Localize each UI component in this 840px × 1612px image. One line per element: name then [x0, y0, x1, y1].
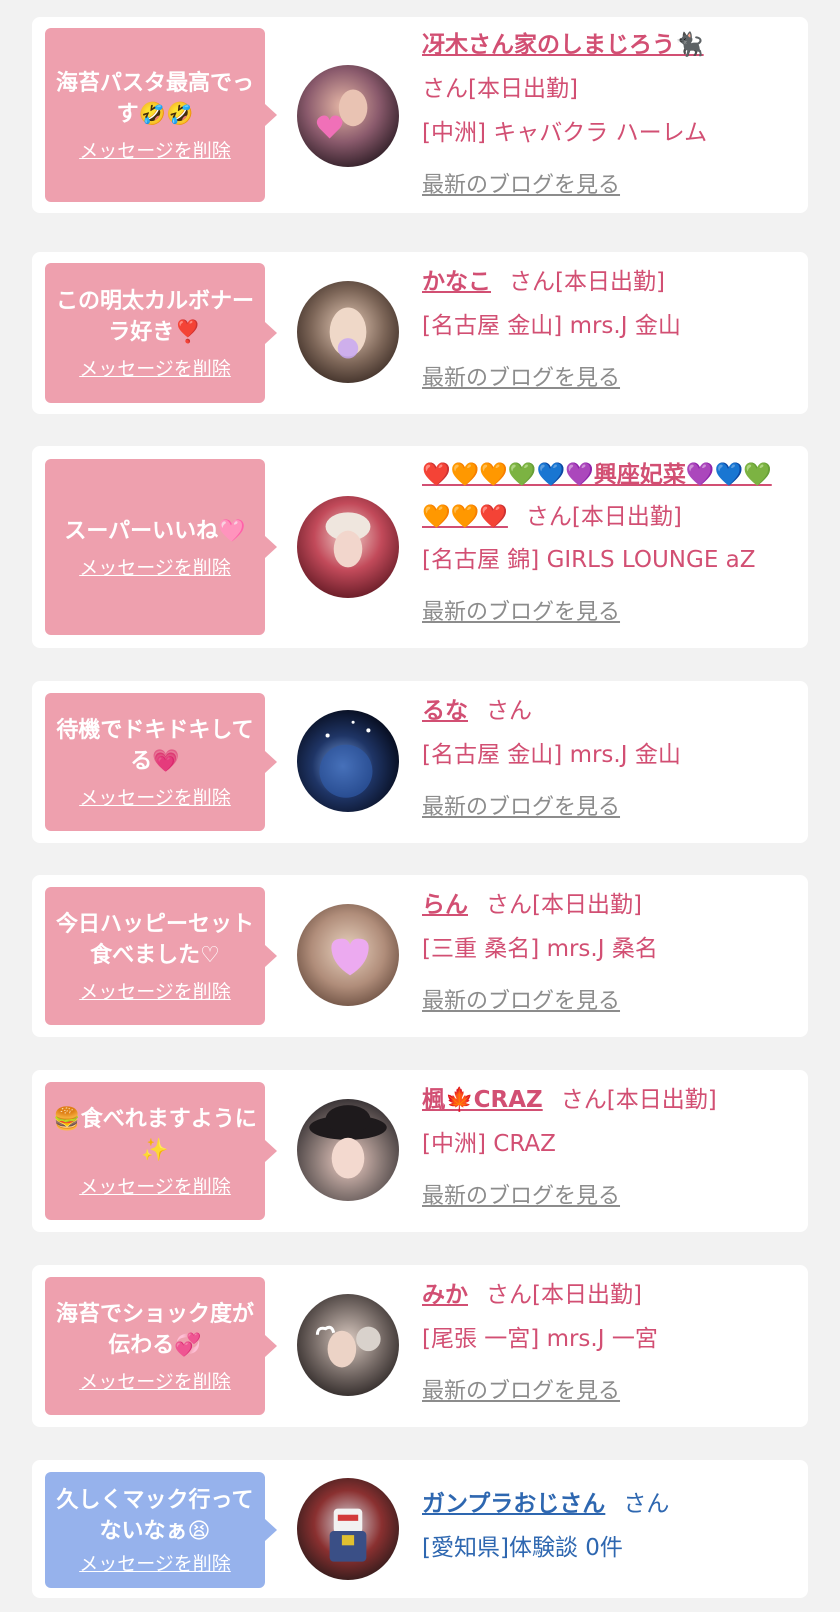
- message-text: 海苔でショック度が伝わる💞: [55, 1302, 254, 1358]
- delete-message-link[interactable]: メッセージを削除: [79, 1176, 231, 1198]
- delete-message-link[interactable]: メッセージを削除: [79, 557, 231, 579]
- delete-message-link[interactable]: メッセージを削除: [79, 787, 231, 809]
- profile-info: ❤️🧡🧡💚💙💜興座妃菜💜💙💚🧡🧡❤️ さん[本日出勤] [名古屋 錦] GIRLS…: [422, 454, 802, 635]
- message-card: 🍔食べれますように✨ メッセージを削除 楓🍁CRAZ さん[本日出勤] [中洲] …: [32, 1070, 808, 1232]
- message-list: 海苔パスタ最高でっす🤣🤣 メッセージを削除 冴木さん家のしまじろう🐈‍⬛ さん[…: [0, 0, 840, 1612]
- message-card: 今日ハッピーセット食べました♡ メッセージを削除 らん さん[本日出勤] [三重 …: [32, 875, 808, 1037]
- profile-name-link[interactable]: みか: [422, 1282, 468, 1308]
- shop-name: [三重 桑名] mrs.J 桑名: [422, 936, 658, 962]
- san-status: さん: [486, 698, 532, 724]
- delete-message-link[interactable]: メッセージを削除: [79, 1553, 231, 1575]
- latest-blog-link[interactable]: 最新のブログを見る: [422, 600, 620, 625]
- san-status: さん: [623, 1491, 670, 1517]
- avatar-image: [297, 1478, 399, 1580]
- delete-message-link[interactable]: メッセージを削除: [79, 358, 231, 380]
- message-bubble: この明太カルボナーラ好き❣️ メッセージを削除: [45, 263, 277, 403]
- profile-info: るな さん [名古屋 金山] mrs.J 金山 最新のブログを見る: [422, 689, 802, 830]
- avatar[interactable]: [297, 1294, 399, 1396]
- latest-blog-link[interactable]: 最新のブログを見る: [422, 173, 620, 198]
- avatar-image: [297, 710, 399, 812]
- message-card: 久しくマック行ってないなぁ😫 メッセージを削除 ガンプラおじさん さん [愛知県]…: [32, 1460, 808, 1598]
- message-bubble: スーパーいいね🩷 メッセージを削除: [45, 459, 277, 635]
- message-card: 海苔パスタ最高でっす🤣🤣 メッセージを削除 冴木さん家のしまじろう🐈‍⬛ さん[…: [32, 17, 808, 213]
- delete-message-link[interactable]: メッセージを削除: [79, 140, 231, 162]
- san-status: さん[本日出勤]: [509, 269, 665, 295]
- latest-blog-link[interactable]: 最新のブログを見る: [422, 1184, 620, 1209]
- message-card: スーパーいいね🩷 メッセージを削除 ❤️🧡🧡💚💙💜興座妃菜💜💙💚🧡🧡❤️ さん[本…: [32, 446, 808, 648]
- message-card: この明太カルボナーラ好き❣️ メッセージを削除 かなこ さん[本日出勤] [名古屋…: [32, 252, 808, 414]
- avatar[interactable]: [297, 496, 399, 598]
- avatar[interactable]: [297, 710, 399, 812]
- shop-name: [中洲] キャバクラ ハーレム: [422, 120, 708, 146]
- message-text: この明太カルボナーラ好き❣️: [55, 289, 254, 345]
- latest-blog-link[interactable]: 最新のブログを見る: [422, 366, 620, 391]
- review-count: [愛知県]体験談 0件: [422, 1535, 623, 1561]
- san-status: さん[本日出勤]: [525, 504, 682, 530]
- avatar[interactable]: [297, 1478, 399, 1580]
- message-bubble: 今日ハッピーセット食べました♡ メッセージを削除: [45, 887, 277, 1025]
- avatar-image: [297, 904, 399, 1006]
- avatar-image: [297, 281, 399, 383]
- delete-message-link[interactable]: メッセージを削除: [79, 1371, 231, 1393]
- message-card: 待機でドキドキしてる💗 メッセージを削除 るな さん [名古屋 金山] mrs.J…: [32, 681, 808, 843]
- san-status: さん[本日出勤]: [486, 1282, 642, 1308]
- profile-name-link[interactable]: るな: [422, 698, 468, 724]
- profile-info: 楓🍁CRAZ さん[本日出勤] [中洲] CRAZ 最新のブログを見る: [422, 1078, 802, 1219]
- avatar[interactable]: [297, 1099, 399, 1201]
- profile-name-link[interactable]: 楓🍁CRAZ: [422, 1087, 543, 1113]
- shop-name: [名古屋 金山] mrs.J 金山: [422, 742, 681, 768]
- profile-name-link[interactable]: かなこ: [422, 269, 491, 295]
- latest-blog-link[interactable]: 最新のブログを見る: [422, 1379, 620, 1404]
- message-text: スーパーいいね🩷: [64, 518, 246, 544]
- delete-message-link[interactable]: メッセージを削除: [79, 981, 231, 1003]
- shop-name: [名古屋 錦] GIRLS LOUNGE aZ: [422, 547, 756, 573]
- message-bubble: 待機でドキドキしてる💗 メッセージを削除: [45, 693, 277, 831]
- profile-info: かなこ さん[本日出勤] [名古屋 金山] mrs.J 金山 最新のブログを見る: [422, 260, 802, 401]
- shop-name: [名古屋 金山] mrs.J 金山: [422, 313, 681, 339]
- profile-name-link[interactable]: ガンプラおじさん: [422, 1491, 605, 1517]
- profile-info: らん さん[本日出勤] [三重 桑名] mrs.J 桑名 最新のブログを見る: [422, 883, 802, 1024]
- message-text: 今日ハッピーセット食べました♡: [55, 912, 254, 968]
- message-bubble: 海苔でショック度が伝わる💞 メッセージを削除: [45, 1277, 277, 1415]
- avatar[interactable]: [297, 65, 399, 167]
- avatar-image: [297, 1294, 399, 1396]
- san-status: さん[本日出勤]: [422, 76, 578, 102]
- message-card: 海苔でショック度が伝わる💞 メッセージを削除 みか さん[本日出勤] [尾張 一宮…: [32, 1265, 808, 1427]
- profile-name-link[interactable]: らん: [422, 892, 468, 918]
- san-status: さん[本日出勤]: [560, 1087, 717, 1113]
- san-status: さん[本日出勤]: [486, 892, 642, 918]
- message-bubble: 久しくマック行ってないなぁ😫 メッセージを削除: [45, 1472, 277, 1588]
- message-text: 🍔食べれますように✨: [53, 1107, 257, 1163]
- profile-info: 冴木さん家のしまじろう🐈‍⬛ さん[本日出勤] [中洲] キャバクラ ハーレム …: [422, 23, 802, 208]
- message-text: 海苔パスタ最高でっす🤣🤣: [55, 71, 254, 127]
- message-text: 待機でドキドキしてる💗: [56, 718, 254, 774]
- latest-blog-link[interactable]: 最新のブログを見る: [422, 989, 620, 1014]
- shop-name: [中洲] CRAZ: [422, 1131, 556, 1157]
- latest-blog-link[interactable]: 最新のブログを見る: [422, 795, 620, 820]
- profile-name-link[interactable]: 冴木さん家のしまじろう🐈‍⬛: [422, 32, 704, 58]
- profile-info: みか さん[本日出勤] [尾張 一宮] mrs.J 一宮 最新のブログを見る: [422, 1273, 802, 1414]
- avatar[interactable]: [297, 281, 399, 383]
- profile-info: ガンプラおじさん さん [愛知県]体験談 0件: [422, 1482, 802, 1570]
- avatar-image: [297, 65, 399, 167]
- avatar-image: [297, 1099, 399, 1201]
- avatar-image: [297, 496, 399, 598]
- message-bubble: 海苔パスタ最高でっす🤣🤣 メッセージを削除: [45, 28, 277, 202]
- avatar[interactable]: [297, 904, 399, 1006]
- message-bubble: 🍔食べれますように✨ メッセージを削除: [45, 1082, 277, 1220]
- shop-name: [尾張 一宮] mrs.J 一宮: [422, 1326, 658, 1352]
- message-text: 久しくマック行ってないなぁ😫: [56, 1488, 254, 1544]
